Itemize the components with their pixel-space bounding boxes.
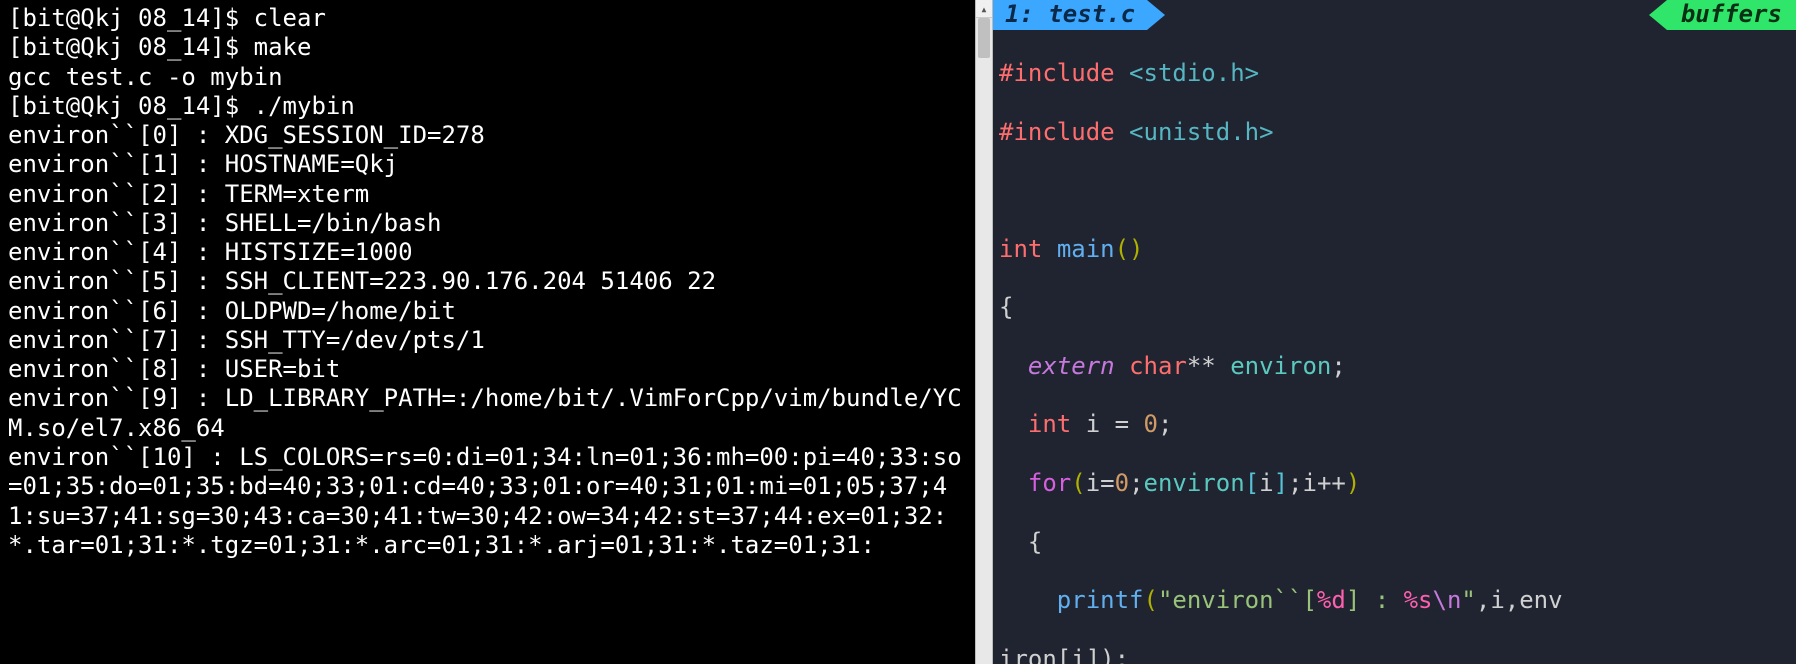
format-specifier: %d xyxy=(1317,586,1346,614)
terminal-pane[interactable]: [bit@Qkj 08_14]$ clear[bit@Qkj 08_14]$ m… xyxy=(0,0,975,664)
terminal-command-line: [bit@Qkj 08_14]$ clear xyxy=(8,4,967,33)
number-literal: 0 xyxy=(1115,469,1129,497)
function-name: main xyxy=(1057,235,1115,263)
editor-tabbar: 1: test.c buffers xyxy=(993,0,1796,30)
include-header: <unistd.h> xyxy=(1129,118,1274,146)
pointer-stars: ** xyxy=(1187,352,1216,380)
terminal-output-line: environ``[1] : HOSTNAME=Qkj xyxy=(8,150,967,179)
terminal-output-line: environ``[5] : SSH_CLIENT=223.90.176.204… xyxy=(8,267,967,296)
shell-command: clear xyxy=(254,4,326,32)
shell-command: make xyxy=(254,33,312,61)
extern-keyword: extern xyxy=(1028,352,1115,380)
include-keyword: #include xyxy=(999,59,1115,87)
scrollbar-thumb[interactable] xyxy=(978,18,990,58)
terminal-command-line: [bit@Qkj 08_14]$ ./mybin xyxy=(8,92,967,121)
editor-pane[interactable]: 1: test.c buffers #include <stdio.h> #in… xyxy=(993,0,1796,664)
type-keyword: int xyxy=(999,235,1042,263)
shell-prompt: [bit@Qkj 08_14]$ xyxy=(8,92,254,120)
shell-prompt: [bit@Qkj 08_14]$ xyxy=(8,4,254,32)
wrapped-code: iron[i]); xyxy=(999,645,1129,664)
type-keyword: int xyxy=(1028,410,1071,438)
terminal-output-line: environ``[3] : SHELL=/bin/bash xyxy=(8,209,967,238)
format-specifier: %s xyxy=(1404,586,1433,614)
tab-test-c[interactable]: 1: test.c xyxy=(993,0,1147,30)
scroll-up-icon[interactable]: ▴ xyxy=(976,0,992,18)
terminal-output-line: environ``[7] : SSH_TTY=/dev/pts/1 xyxy=(8,326,967,355)
type-keyword: char xyxy=(1129,352,1187,380)
terminal-output-line: environ``[0] : XDG_SESSION_ID=278 xyxy=(8,121,967,150)
code-area[interactable]: #include <stdio.h> #include <unistd.h> i… xyxy=(993,30,1796,664)
buffers-indicator[interactable]: buffers xyxy=(1667,0,1796,30)
buffers-label: buffers xyxy=(1681,0,1782,29)
vertical-scrollbar[interactable]: ▴ xyxy=(975,0,993,664)
tab-label: 1: test.c xyxy=(1005,0,1135,29)
tabbar-spacer xyxy=(1147,0,1667,30)
identifier: i xyxy=(1086,410,1100,438)
identifier: i xyxy=(1086,469,1100,497)
terminal-command-line: [bit@Qkj 08_14]$ make xyxy=(8,33,967,62)
terminal-output-line: environ``[2] : TERM=xterm xyxy=(8,180,967,209)
terminal-output-line: environ``[9] : LD_LIBRARY_PATH=:/home/bi… xyxy=(8,384,967,443)
equals: = xyxy=(1115,410,1129,438)
string-literal: "environ``[ xyxy=(1158,586,1317,614)
identifier: environ xyxy=(1230,352,1331,380)
terminal-output-line: gcc test.c -o mybin xyxy=(8,63,967,92)
string-literal: " xyxy=(1461,586,1475,614)
for-keyword: for xyxy=(1028,469,1071,497)
include-header: <stdio.h> xyxy=(1129,59,1259,87)
escape-sequence: \n xyxy=(1433,586,1462,614)
number-literal: 0 xyxy=(1144,410,1158,438)
terminal-output-line: environ``[4] : HISTSIZE=1000 xyxy=(8,238,967,267)
terminal-output-line: environ``[10] : LS_COLORS=rs=0:di=01;34:… xyxy=(8,443,967,560)
shell-prompt: [bit@Qkj 08_14]$ xyxy=(8,33,254,61)
shell-command: ./mybin xyxy=(254,92,355,120)
include-keyword: #include xyxy=(999,118,1115,146)
string-literal: ] : xyxy=(1346,586,1404,614)
terminal-output-line: environ``[6] : OLDPWD=/home/bit xyxy=(8,297,967,326)
terminal-output-line: environ``[8] : USER=bit xyxy=(8,355,967,384)
identifier: environ xyxy=(1144,469,1245,497)
function-name: printf xyxy=(1057,586,1144,614)
